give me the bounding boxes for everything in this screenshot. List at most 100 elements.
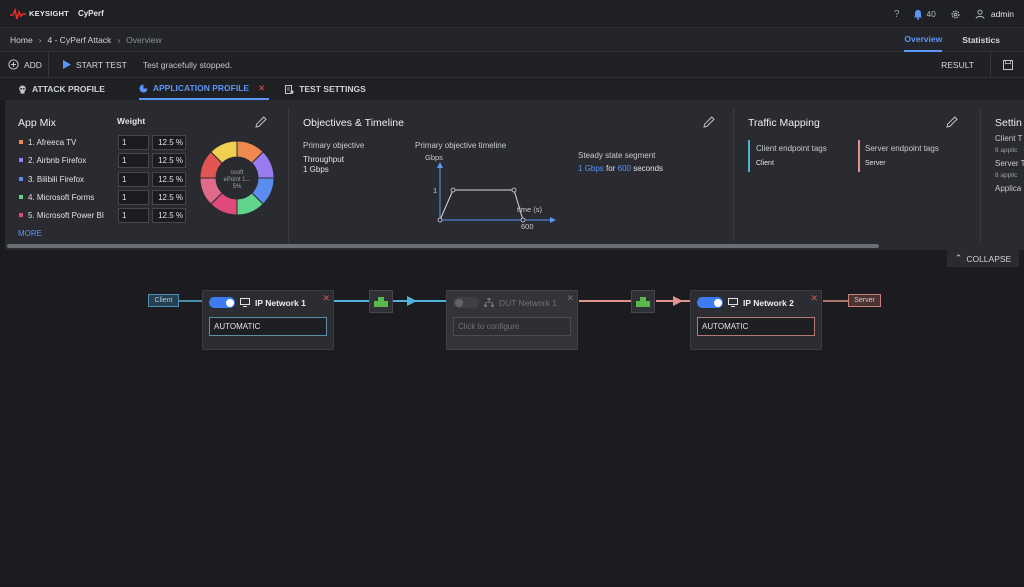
start-test-button[interactable]: START TEST [62,59,127,70]
app-percent-input[interactable]: 12.5 % [152,207,186,223]
user-name: admin [990,9,1014,19]
steady-state-for: for [606,164,616,173]
settings-client-apps: 8 applic [995,147,1018,154]
steady-state-label: Steady state segment [578,151,656,160]
settings-server-apps: 8 applic [995,172,1018,179]
summary-panels: App Mix Weight 1. Afreeca TV 1 12.5 % 2.… [5,100,1024,250]
objectives-panel: Objectives & Timeline Primary objective … [289,100,733,242]
bell-icon [914,9,923,20]
keysight-logo[interactable]: KEYSIGHT CyPerf [10,7,104,20]
close-icon[interactable]: ✕ [322,293,330,304]
app-row[interactable]: 5. Microsoft Power BI 1 12.5 % [19,207,189,223]
steady-state-suffix: seconds [633,164,664,173]
tab-test-settings-label: TEST SETTINGS [299,84,366,94]
app-weight-input[interactable]: 1 [118,134,149,150]
save-button[interactable] [990,52,1024,78]
add-button[interactable]: ADD [8,59,42,70]
test-status-text: Test gracefully stopped. [142,59,233,70]
app-percent-input[interactable]: 12.5 % [152,171,186,187]
app-weight-input[interactable]: 1 [118,207,149,223]
result-button[interactable]: RESULT [941,52,974,78]
tab-application-profile[interactable]: APPLICATION PROFILE ✕ [138,78,270,100]
donut-center-line-3: 5% [233,184,242,190]
app-percent-input[interactable]: 12.5 % [152,152,186,168]
settings-title: Settin [995,117,1022,129]
tab-attack-profile[interactable]: ATTACK PROFILE [18,78,105,100]
more-link[interactable]: MORE [18,229,42,238]
add-label: ADD [24,59,42,70]
timeline-x-tick: 600 [521,222,534,231]
close-icon[interactable]: ✕ [810,293,818,304]
donut-center-line-1: osoft [230,170,243,176]
tab-test-settings[interactable]: TEST SETTINGS [285,78,366,100]
app-color-swatch [19,140,23,144]
network-topology-icon [484,298,494,307]
dut-network-card[interactable]: DUT Network 1 ✕ Click to configure [446,290,578,350]
network-2-toggle[interactable] [697,297,723,308]
client-endpoint-tag[interactable]: Client [756,160,774,167]
donut-center-line-2: ePoint 1... [223,177,250,183]
breadcrumb-home[interactable]: Home [10,35,33,45]
arrow-right-icon [673,296,683,306]
edit-app-mix-pencil-icon[interactable] [254,115,268,129]
client-tag-bar [748,140,750,172]
tab-statistics[interactable]: Statistics [962,28,1000,52]
edit-objectives-pencil-icon[interactable] [702,115,716,129]
edit-traffic-mapping-pencil-icon[interactable] [945,115,959,129]
traffic-mapping-title: Traffic Mapping [748,117,820,129]
network-1-toggle[interactable] [209,297,235,308]
connector-2[interactable] [631,290,655,313]
help-button[interactable]: ? [894,9,900,20]
server-endpoint-tag[interactable]: Server [865,160,886,167]
close-icon[interactable]: ✕ [258,83,265,94]
connector-1[interactable] [369,290,393,313]
user-icon [975,9,985,19]
client-tag[interactable]: Client [148,294,179,307]
timeline-profile-line [439,189,524,221]
notifications-button[interactable]: 40 [913,9,936,20]
server-tag[interactable]: Server [848,294,881,307]
traffic-mapping-panel: Traffic Mapping Client endpoint tags Cli… [734,100,980,242]
primary-objective-value: 1 Gbps [303,165,329,174]
arrow-right-icon [407,296,417,306]
user-menu[interactable]: admin [975,9,1014,19]
close-icon[interactable]: ✕ [566,293,574,304]
objectives-title: Objectives & Timeline [303,117,404,129]
app-row[interactable]: 2. Airbnb Firefox 1 12.5 % [19,152,189,168]
app-row[interactable]: 3. Bilibili Firefox 1 12.5 % [19,171,189,187]
server-endpoint-label: Server endpoint tags [865,144,939,153]
app-weight-input[interactable]: 1 [118,189,149,205]
app-weight-input[interactable]: 1 [118,171,149,187]
app-row[interactable]: 1. Afreeca TV 1 12.5 % [19,134,189,150]
keysight-wave-icon [10,7,26,19]
steady-state-seconds-value[interactable]: 600 [618,164,631,173]
settings-button[interactable] [950,9,961,20]
horizontal-scrollbar[interactable] [7,244,879,248]
ip-network-2-card[interactable]: IP Network 2 ✕ AUTOMATIC [690,290,822,350]
steady-state-gbps-value[interactable]: 1 [578,164,582,173]
ip-network-1-card[interactable]: IP Network 1 ✕ AUTOMATIC [202,290,334,350]
pie-chart-icon [139,84,148,92]
dut-name: DUT Network 1 [499,297,557,308]
chevron-right-icon: › [117,34,121,45]
network-2-ip-field[interactable]: AUTOMATIC [697,317,815,336]
app-mix-donut-chart[interactable]: osoft ePoint 1... 5% [199,140,275,216]
topology-canvas[interactable]: ⌃ COLLAPSE Client Server IP Network 1 ✕ … [3,250,1024,584]
toolbar-divider [47,51,49,78]
objective-timeline-chart: Gbps 1 time (s) 600 [425,153,556,231]
app-mix-panel: App Mix Weight 1. Afreeca TV 1 12.5 % 2.… [5,100,288,242]
breadcrumb-session[interactable]: 4 - CyPerf Attack [48,35,112,45]
dut-toggle[interactable] [453,297,479,308]
settings-applications-label: Applica [995,184,1022,193]
tab-application-profile-label: APPLICATION PROFILE [152,83,250,93]
gear-icon [951,9,960,19]
app-row[interactable]: 4. Microsoft Forms 1 12.5 % [19,189,189,205]
dut-configure-field[interactable]: Click to configure [453,317,571,336]
tab-overview[interactable]: Overview [904,28,943,52]
start-test-label: START TEST [75,59,127,70]
app-weight-input[interactable]: 1 [118,152,149,168]
app-percent-input[interactable]: 12.5 % [152,189,186,205]
app-percent-input[interactable]: 12.5 % [152,134,186,150]
network-1-ip-field[interactable]: AUTOMATIC [209,317,327,336]
network-1-name: IP Network 1 [255,297,306,308]
